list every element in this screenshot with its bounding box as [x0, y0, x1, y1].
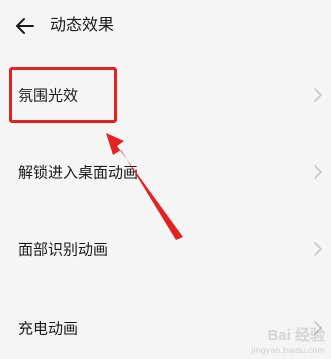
back-arrow-icon[interactable] [14, 15, 36, 37]
item-label: 充电动画 [18, 319, 79, 338]
watermark-text: Bai 经验 [267, 327, 325, 344]
list-item-face-recognition-animation[interactable]: 面部识别动画 [0, 219, 331, 279]
header: 动态效果 [0, 0, 331, 52]
chevron-right-icon [314, 165, 322, 179]
item-label: 面部识别动画 [18, 240, 109, 259]
list-item-unlock-animation[interactable]: 解锁进入桌面动画 [0, 142, 331, 202]
chevron-right-icon [314, 242, 322, 256]
highlight-annotation-box [9, 67, 117, 123]
watermark-subtext: jingyan.baidu.com [251, 346, 325, 355]
chevron-right-icon [314, 88, 322, 102]
watermark: Bai 经验 [267, 324, 325, 345]
page-title: 动态效果 [50, 15, 115, 34]
item-label: 解锁进入桌面动画 [18, 163, 139, 182]
